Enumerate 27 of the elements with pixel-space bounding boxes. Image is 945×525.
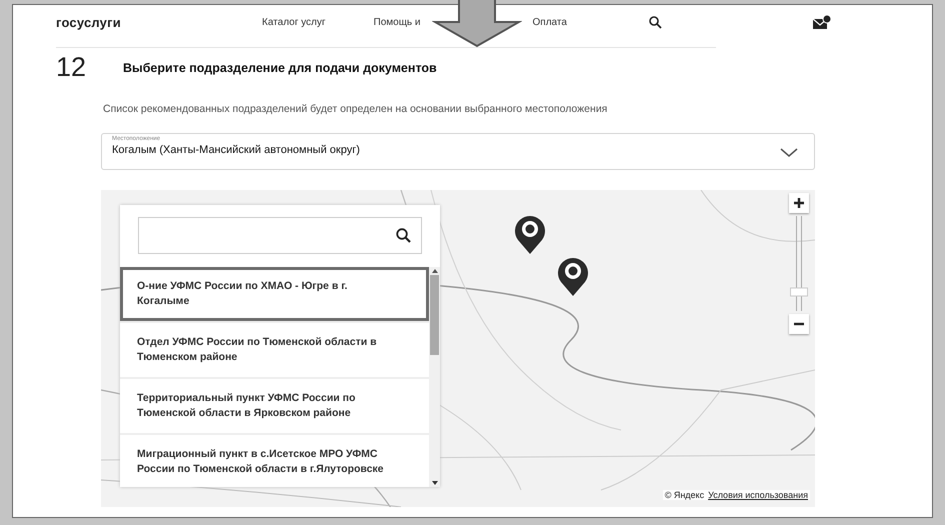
- nav-link[interactable]: Оплата: [532, 16, 567, 28]
- plus-icon: [794, 198, 804, 208]
- mail-icon[interactable]: [813, 14, 831, 30]
- zoom-slider[interactable]: [790, 216, 808, 311]
- zoom-out-button[interactable]: [789, 314, 809, 334]
- search-field[interactable]: [138, 217, 422, 254]
- attribution-text: © Яндекс: [664, 490, 704, 500]
- office-item[interactable]: О-ние УФМС России по ХМАО - Югре в г. Когалыме: [120, 267, 429, 321]
- step-number: 12: [56, 52, 88, 83]
- zoom-in-button[interactable]: [789, 193, 809, 213]
- terms-link[interactable]: Условия использования: [708, 490, 808, 500]
- down-triangle-icon[interactable]: [432, 481, 438, 485]
- office-item[interactable]: Миграционный пункт в с.Исетское МРО УФМС России по Тюменской области в г.Ялуторовске: [120, 435, 429, 487]
- map-pin-icon[interactable]: [556, 255, 590, 297]
- nav-link[interactable]: Каталог услуг: [262, 16, 326, 28]
- map-pin-icon[interactable]: [513, 213, 547, 255]
- office-item[interactable]: Территориальный пункт УФМС России по Тюменской области в Ярковском районе: [120, 379, 429, 433]
- hint-text: Список рекомендованных подразделений будет определен на основании выбранного местоположения: [103, 103, 608, 115]
- search-icon[interactable]: [396, 228, 411, 243]
- scrollbar[interactable]: [429, 267, 440, 487]
- search-icon[interactable]: [648, 16, 662, 28]
- logo[interactable]: госуслуги: [56, 14, 262, 30]
- nav-link[interactable]: Помощь и: [374, 16, 421, 28]
- step-title: Выберите подразделение для подачи документов: [123, 60, 437, 74]
- up-triangle-icon[interactable]: [432, 269, 438, 273]
- chevron-icon: [780, 148, 798, 158]
- office-item[interactable]: Отдел УФМС России по Тюменской области в Тюменском районе: [120, 323, 429, 377]
